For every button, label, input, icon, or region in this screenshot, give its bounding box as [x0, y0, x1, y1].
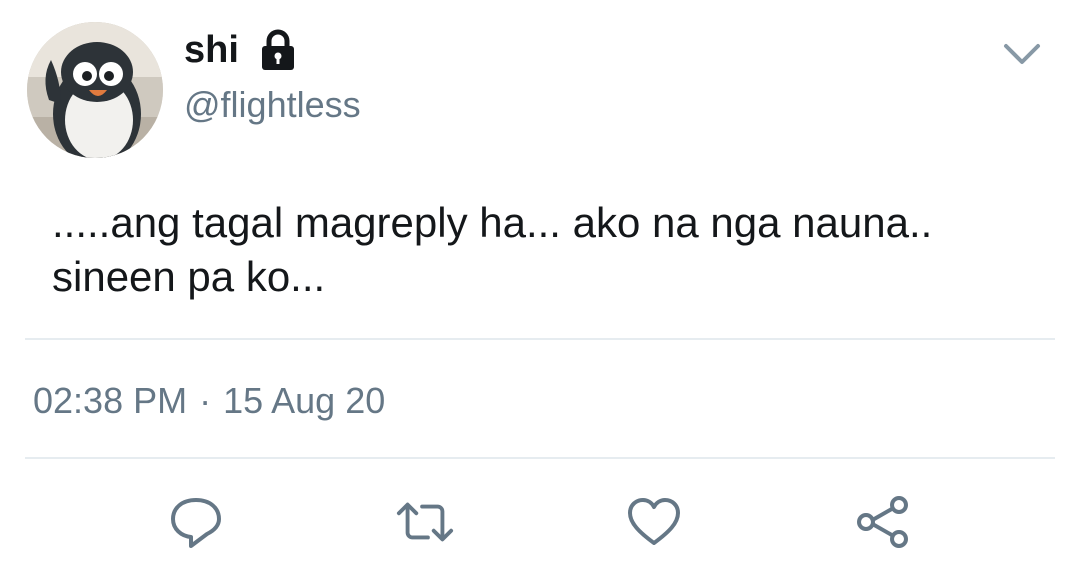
- share-icon: [857, 496, 908, 548]
- chevron-down-icon[interactable]: [1000, 38, 1044, 72]
- tweet-date: 15 Aug 20: [223, 380, 386, 421]
- lock-icon: [259, 29, 297, 71]
- reply-button[interactable]: [166, 492, 226, 552]
- penguin-avatar-image: [27, 22, 163, 158]
- divider: [25, 457, 1055, 459]
- heart-icon: [628, 498, 680, 545]
- retweet-button[interactable]: [395, 492, 455, 552]
- avatar[interactable]: [27, 22, 163, 158]
- author-handle[interactable]: @flightless: [184, 82, 361, 128]
- author-name-row: shi: [184, 27, 297, 73]
- tweet-time: 02:38 PM: [33, 380, 188, 421]
- like-button[interactable]: [624, 492, 684, 552]
- retweet-icon: [396, 502, 454, 542]
- reply-icon: [171, 498, 221, 548]
- meta-separator: ·: [199, 380, 212, 421]
- share-button[interactable]: [853, 492, 913, 552]
- tweet-card: shi @flightless .....ang tagal magreply …: [0, 0, 1080, 585]
- divider: [25, 338, 1055, 340]
- tweet-timestamp[interactable]: 02:38 PM · 15 Aug 20: [33, 378, 385, 424]
- action-bar: [0, 492, 1080, 552]
- tweet-text: .....ang tagal magreply ha... ako na nga…: [52, 199, 933, 300]
- display-name[interactable]: shi: [184, 27, 239, 73]
